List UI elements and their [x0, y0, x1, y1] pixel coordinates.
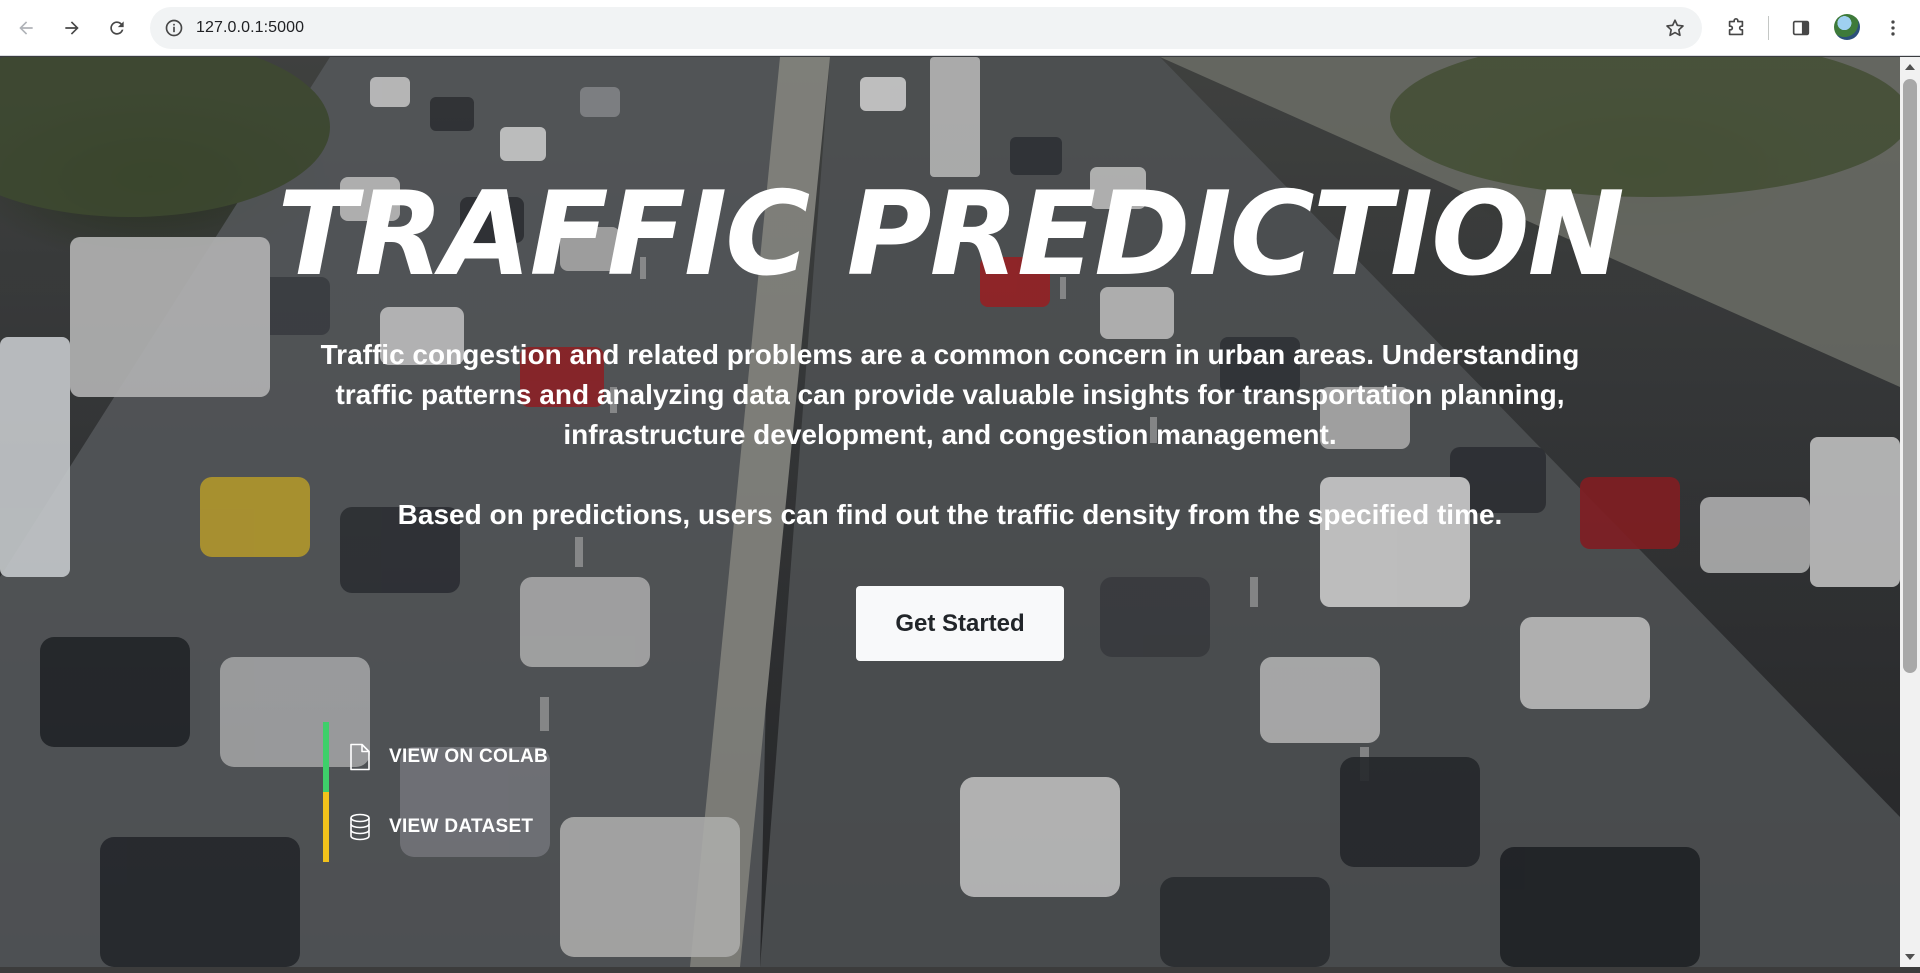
hero-section: TRAFFIC PREDICTION Traffic congestion an…: [0, 57, 1900, 967]
hero-subtext: Based on predictions, users can find out…: [397, 499, 1503, 530]
page-title: TRAFFIC PREDICTION: [277, 167, 1625, 302]
puzzle-icon: [1728, 18, 1744, 36]
reload-icon: [110, 21, 124, 35]
view-dataset-link[interactable]: VIEW DATASET: [323, 792, 583, 862]
url-text[interactable]: 127.0.0.1:5000: [196, 19, 304, 37]
forward-button[interactable]: [54, 10, 90, 46]
view-on-colab-label: VIEW ON COLAB: [389, 746, 549, 767]
scrollbar-thumb[interactable]: [1903, 79, 1917, 673]
database-icon: [347, 813, 373, 841]
view-dataset-label: VIEW DATASET: [389, 816, 534, 837]
page-scrollbar[interactable]: [1900, 57, 1920, 967]
avatar[interactable]: [1834, 14, 1860, 40]
extensions-button[interactable]: [1720, 12, 1752, 44]
hero-description: Traffic congestion and related problems …: [320, 339, 1580, 450]
back-button[interactable]: [8, 10, 44, 46]
browser-toolbar: 127.0.0.1:5000: [0, 0, 1920, 56]
info-icon[interactable]: [164, 18, 184, 38]
hero-content: TRAFFIC PREDICTION Traffic congestion an…: [0, 57, 1900, 967]
resource-links: VIEW ON COLAB VIEW DATASET: [323, 722, 583, 862]
side-panel-icon: [1792, 20, 1810, 36]
scroll-down-arrow[interactable]: [1905, 954, 1915, 960]
reload-button[interactable]: [99, 10, 135, 46]
scroll-up-arrow[interactable]: [1905, 64, 1915, 70]
arrow-right-icon: [65, 21, 79, 35]
menu-button[interactable]: [1877, 12, 1909, 44]
file-icon: [347, 743, 373, 771]
side-panel-button[interactable]: [1785, 12, 1817, 44]
address-bar[interactable]: 127.0.0.1:5000: [150, 7, 1702, 49]
link-accent-bar: [323, 722, 329, 792]
star-icon[interactable]: [1664, 17, 1686, 39]
link-accent-bar: [323, 792, 329, 862]
window-bottom-edge: [0, 967, 1920, 973]
get-started-button[interactable]: Get Started: [856, 586, 1064, 661]
kebab-menu-icon: [1891, 20, 1895, 36]
view-on-colab-link[interactable]: VIEW ON COLAB: [323, 722, 583, 792]
arrow-left-icon: [19, 21, 33, 35]
toolbar-divider: [1768, 16, 1769, 40]
